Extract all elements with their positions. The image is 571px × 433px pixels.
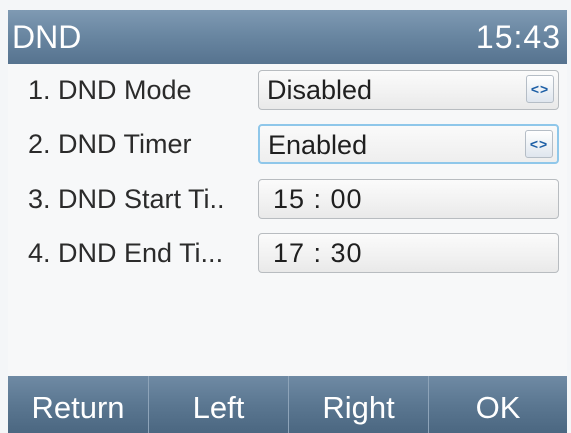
- dnd-end-time-field[interactable]: 17 : 30: [258, 233, 559, 273]
- dnd-timer-select[interactable]: Enabled <>: [258, 124, 559, 164]
- dnd-mode-value: Disabled: [267, 75, 373, 105]
- dnd-start-time-label: 3. DND Start Ti..: [28, 184, 225, 214]
- title-bar: DND 15:43: [8, 10, 567, 64]
- page-title: DND: [12, 19, 82, 55]
- row-dnd-end-time[interactable]: 4. DND End Ti... 17 : 30: [8, 227, 567, 281]
- dnd-start-time-value: 15 : 00: [273, 184, 363, 214]
- dnd-timer-value: Enabled: [268, 130, 368, 160]
- left-softkey[interactable]: Left: [148, 376, 288, 433]
- settings-list: 1. DND Mode Disabled <> 2. DND Timer Ena…: [8, 64, 567, 376]
- left-right-arrows-icon[interactable]: <>: [525, 130, 553, 158]
- dnd-mode-label: 1. DND Mode: [28, 75, 192, 105]
- right-softkey[interactable]: Right: [288, 376, 428, 433]
- row-dnd-start-time[interactable]: 3. DND Start Ti.. 15 : 00: [8, 173, 567, 227]
- dnd-start-time-field[interactable]: 15 : 00: [258, 179, 559, 219]
- row-dnd-timer[interactable]: 2. DND Timer Enabled <>: [8, 118, 567, 172]
- dnd-mode-select[interactable]: Disabled <>: [258, 70, 559, 110]
- softkey-bar: Return Left Right OK: [8, 376, 567, 433]
- return-softkey[interactable]: Return: [8, 376, 148, 433]
- phone-screen: DND 15:43 1. DND Mode Disabled <> 2. DND…: [0, 0, 571, 433]
- row-dnd-mode[interactable]: 1. DND Mode Disabled <>: [8, 64, 567, 118]
- dnd-end-time-value: 17 : 30: [273, 238, 363, 268]
- left-right-arrows-icon[interactable]: <>: [526, 75, 554, 103]
- dnd-end-time-label: 4. DND End Ti...: [28, 238, 224, 268]
- dnd-timer-label: 2. DND Timer: [28, 129, 192, 159]
- clock: 15:43: [475, 19, 561, 55]
- ok-softkey[interactable]: OK: [428, 376, 567, 433]
